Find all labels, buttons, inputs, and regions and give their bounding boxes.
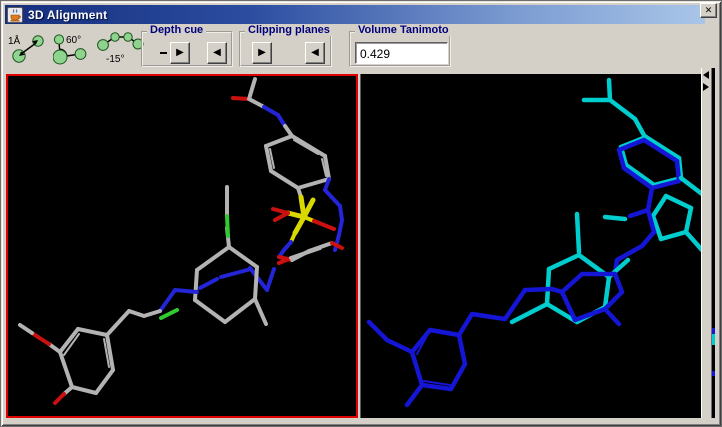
expand-right-icon[interactable] [703, 83, 709, 91]
clipping-forward-button[interactable]: ▶ [252, 42, 272, 64]
volume-tanimoto-value-field[interactable] [355, 42, 448, 64]
split-pane-divider[interactable] [701, 68, 712, 418]
arrow-left-icon: ◀ [311, 48, 319, 58]
depth-cue-backward-button[interactable]: ◀ [207, 42, 227, 64]
torsion-tool-icon[interactable]: -15° [97, 31, 147, 65]
minus-dash [160, 52, 167, 54]
depth-cue-forward-button[interactable]: ▶ [170, 42, 190, 64]
java-app-icon [7, 7, 23, 23]
svg-text:1Å: 1Å [8, 34, 21, 47]
arrow-right-icon: ▶ [258, 48, 266, 58]
collapse-left-icon[interactable] [703, 71, 709, 79]
close-icon: ✕ [705, 6, 713, 16]
arrow-right-icon: ▶ [176, 48, 184, 58]
reference-molecule-drawing [8, 76, 356, 416]
svg-text:-15°: -15° [106, 54, 124, 65]
depth-cue-label: Depth cue [147, 24, 206, 36]
depth-cue-group: Depth cue ▶ ◀ [141, 31, 233, 67]
volume-tanimoto-group: Volume Tanimoto [349, 31, 451, 67]
distance-tool-icon[interactable]: 1Å [7, 31, 51, 65]
alignment-overlay-viewport[interactable] [360, 74, 701, 418]
clipping-planes-group: Clipping planes ▶ ◀ [239, 31, 332, 67]
volume-tanimoto-label: Volume Tanimoto [355, 24, 452, 36]
title-bar[interactable]: 3D Alignment [5, 5, 705, 24]
arrow-left-icon: ◀ [213, 48, 221, 58]
reference-molecule-viewport[interactable] [6, 74, 358, 418]
close-button[interactable]: ✕ [700, 3, 717, 18]
svg-text:60°: 60° [66, 35, 81, 46]
3d-alignment-window: 3D Alignment ✕ 1Å 60° -15° Depth cue [0, 0, 722, 427]
collapsed-panel-sliver [712, 68, 715, 418]
window-title: 3D Alignment [28, 8, 107, 22]
angle-tool-icon[interactable]: 60° [53, 31, 97, 65]
clipping-planes-label: Clipping planes [245, 24, 333, 36]
clipping-backward-button[interactable]: ◀ [305, 42, 325, 64]
alignment-overlay-drawing [361, 74, 701, 418]
